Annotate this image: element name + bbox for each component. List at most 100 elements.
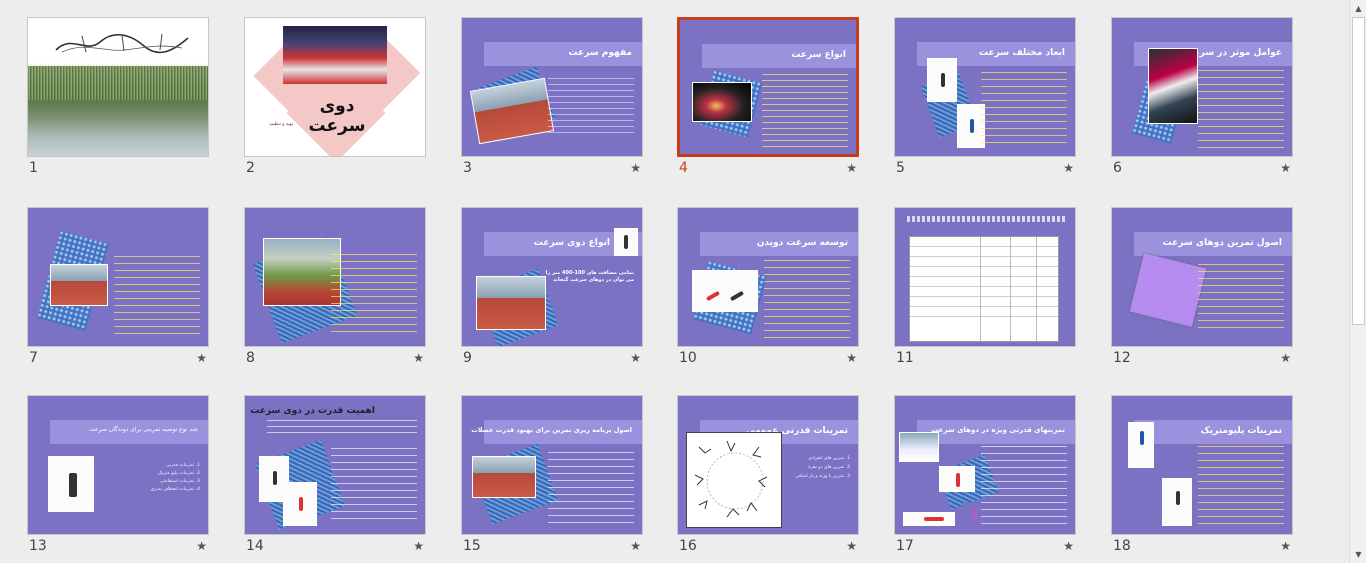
slide-number: 7 [29,350,38,366]
data-table [909,236,1059,342]
slide-number: 2 [246,160,255,176]
slide-thumbnail-12[interactable]: اصول تمرین دوهای سرعت 12 ★ [1111,207,1293,367]
star-icon[interactable]: ★ [1280,161,1291,175]
slide-thumbnail-7[interactable]: 7 ★ [27,207,209,367]
slide-number: 11 [896,350,914,366]
slide-title: عوامل موثر در سرعت [1184,48,1282,58]
slide-number: 13 [29,538,47,554]
snow-photo [899,432,939,462]
slide-preview [27,17,209,157]
slide-number: 4 [679,160,688,176]
star-icon[interactable]: ★ [1063,539,1074,553]
weightlifter-photo [48,456,94,512]
slide-preview: تمرینات پلیومتریک [1111,395,1293,535]
slide-title: توسعه سرعت دویدن [756,238,848,248]
star-icon[interactable]: ★ [846,161,857,175]
slide-thumbnail-4[interactable]: انواع سرعت 4 ★ [677,17,859,177]
slide-thumbnail-11[interactable]: 11 [894,207,1076,367]
slide-thumbnail-17[interactable]: تمرینهای قدرتی ویژه در دوهای سرعت 17 ★ [894,395,1076,555]
note-card [1129,253,1207,327]
slide-number: 1 [29,160,38,176]
slide-number: 15 [463,538,481,554]
slide-number: 18 [1113,538,1131,554]
vertical-scrollbar[interactable]: ▲ ▼ [1349,0,1366,563]
calligraphy-image [55,33,189,54]
slide-thumbnail-1[interactable]: 1 [27,17,209,177]
slide-number: 6 [1113,160,1122,176]
slide-number: 16 [679,538,697,554]
slide-preview: دوی سرعت تهیه و تنظیم: [244,17,426,157]
slide-number: 9 [463,350,472,366]
star-icon[interactable]: ★ [630,351,641,365]
slide-title: انواع سرعت [791,50,846,60]
star-icon[interactable]: ★ [413,351,424,365]
star-icon[interactable]: ★ [630,539,641,553]
runners-photo [472,456,536,498]
slide-preview: اهمیت قدرت در دوی سرعت [244,395,426,535]
slide-preview: انواع سرعت [677,17,859,157]
slide-thumbnail-3[interactable]: مفهوم سرعت 3 ★ [461,17,643,177]
sprinter-photo [692,82,752,122]
slide-thumbnail-15[interactable]: اصول برنامه ریزی تمرین برای بهبود قدرت ع… [461,395,643,555]
slide-number: 17 [896,538,914,554]
slide-title: تمرینات پلیومتریک [1200,426,1282,436]
slide-thumbnail-18[interactable]: تمرینات پلیومتریک 18 ★ [1111,395,1293,555]
slide-number: 8 [246,350,255,366]
slide-preview: تمرینات قدرتی عمومی 1. تمرین های انفرادی… [677,395,859,535]
slide-title: تمرینهای قدرتی ویژه در دوهای سرعت [931,426,1065,434]
scroll-thumb[interactable] [1352,17,1365,325]
star-icon[interactable]: ★ [846,539,857,553]
star-icon[interactable]: ★ [1063,161,1074,175]
star-icon[interactable]: ★ [196,351,207,365]
star-icon[interactable]: ★ [1280,539,1291,553]
slide-title: دوی سرعت [308,96,366,136]
slide-thumbnail-14[interactable]: اهمیت قدرت در دوی سرعت 14 ★ [244,395,426,555]
slide-number: 5 [896,160,905,176]
slide-preview [27,207,209,347]
athlete-photo [283,482,317,526]
scroll-up-icon[interactable]: ▲ [1350,0,1366,17]
slide-preview: مفهوم سرعت [461,17,643,157]
slide-preview: چند نوع توصیه تمرینی برای دوندگان سرعت 1… [27,395,209,535]
slide-sorter: 1 دوی سرعت تهیه و تنظیم: 2 مفهوم سرعت 3 … [0,0,1349,563]
slide-number: 3 [463,160,472,176]
athlete-photo [927,58,957,102]
slide-thumbnail-16[interactable]: تمرینات قدرتی عمومی 1. تمرین های انفرادی… [677,395,859,555]
slide-preview [244,207,426,347]
start-position-photo [692,270,758,312]
slide-title: مفهوم سرعت [568,48,633,58]
star-icon[interactable]: ★ [196,539,207,553]
plyometric-photo [1128,422,1154,468]
reeds-image [28,66,208,100]
slide-number: 14 [246,538,264,554]
slide-preview: عوامل موثر در سرعت [1111,17,1293,157]
slide-title: انواع دوی سرعت [533,238,610,248]
slide-thumbnail-8[interactable]: 8 ★ [244,207,426,367]
star-icon[interactable]: ★ [1280,351,1291,365]
slide-thumbnail-6[interactable]: عوامل موثر در سرعت 6 ★ [1111,17,1293,177]
runners-photo [283,26,387,84]
star-icon[interactable]: ★ [846,351,857,365]
slide-preview: انواع دوی سرعت تمامی مسافت های 100-400 م… [461,207,643,347]
star-icon[interactable]: ★ [630,161,641,175]
slide-thumbnail-10[interactable]: توسعه سرعت دویدن 10 ★ [677,207,859,367]
plyometric-photo [1162,478,1192,526]
slide-title: ابعاد مختلف سرعت [978,48,1065,58]
slide-preview: اصول برنامه ریزی تمرین برای بهبود قدرت ع… [461,395,643,535]
slide-title: اهمیت قدرت در دوی سرعت [250,406,375,416]
star-icon[interactable]: ★ [413,539,424,553]
slide-thumbnail-5[interactable]: ابعاد مختلف سرعت 5 ★ [894,17,1076,177]
slide-title: چند نوع توصیه تمرینی برای دوندگان سرعت [89,426,198,433]
slide-title: اصول تمرین دوهای سرعت [1162,238,1282,248]
slide-number: 10 [679,350,697,366]
slide-title: اصول برنامه ریزی تمرین برای بهبود قدرت ع… [471,426,632,434]
race-photo [263,238,341,306]
slide-thumbnail-13[interactable]: چند نوع توصیه تمرینی برای دوندگان سرعت 1… [27,395,209,555]
slide-thumbnail-2[interactable]: دوی سرعت تهیه و تنظیم: 2 [244,17,426,177]
slide-preview [894,207,1076,347]
slide-number: 12 [1113,350,1131,366]
scroll-down-icon[interactable]: ▼ [1350,546,1366,563]
logo-image [614,228,638,256]
athlete-photo [50,264,108,306]
slide-thumbnail-9[interactable]: انواع دوی سرعت تمامی مسافت های 100-400 م… [461,207,643,367]
